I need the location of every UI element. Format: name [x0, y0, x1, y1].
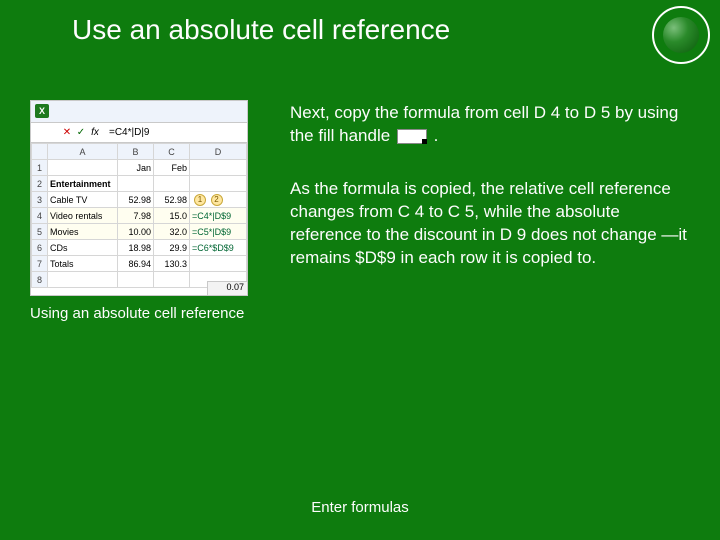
row-header: 8: [32, 272, 48, 288]
globe-icon: [663, 17, 699, 53]
cell: 86.94: [118, 256, 154, 272]
table-row: 6 CDs 18.98 29.9 =C6*$D$9: [32, 240, 247, 256]
formula-bar: ✕ ✓ fx =C4*|D|9: [31, 123, 247, 143]
fx-icon: fx: [89, 127, 101, 138]
cell: [48, 160, 118, 176]
cell: 29.9: [154, 240, 190, 256]
cell: [154, 176, 190, 192]
cell: 7.98: [118, 208, 154, 224]
row-header: 5: [32, 224, 48, 240]
enter-icon: ✓: [75, 127, 87, 138]
cell: 52.98: [118, 192, 154, 208]
paragraph-1: Next, copy the formula from cell D 4 to …: [290, 102, 690, 148]
cell: 18.98: [118, 240, 154, 256]
excel-app-icon: X: [35, 104, 49, 118]
institute-logo: [652, 6, 710, 64]
cell: [154, 272, 190, 288]
cell: [118, 176, 154, 192]
callout-badge: 1: [194, 194, 206, 206]
row-header: 7: [32, 256, 48, 272]
row-header: 1: [32, 160, 48, 176]
cell: Entertainment: [48, 176, 118, 192]
slide-footer: Enter formulas: [0, 499, 720, 516]
fill-handle-icon: [397, 129, 427, 144]
row-header: 6: [32, 240, 48, 256]
spreadsheet-grid: A B C D 1 Jan Feb 2 Entertainment 3 Cabl…: [31, 143, 247, 288]
table-row: 1 Jan Feb: [32, 160, 247, 176]
para1-text-a: Next, copy the formula from cell D 4 to …: [290, 103, 678, 145]
corner-cell: [32, 144, 48, 160]
table-row: 4 Video rentals 7.98 15.0 =C4*|D$9: [32, 208, 247, 224]
table-row: 3 Cable TV 52.98 52.98 1 2: [32, 192, 247, 208]
formula-text: =C4*|D|9: [103, 127, 150, 138]
table-row: 5 Movies 10.00 32.0 =C5*|D$9: [32, 224, 247, 240]
cell: Cable TV: [48, 192, 118, 208]
excel-screenshot: X ✕ ✓ fx =C4*|D|9 A B C D 1 Jan Feb 2 En…: [30, 100, 248, 296]
paragraph-2: As the formula is copied, the relative c…: [290, 178, 690, 270]
cell: 52.98: [154, 192, 190, 208]
cell: =C6*$D$9: [190, 240, 247, 256]
cell: Feb: [154, 160, 190, 176]
excel-titlebar: X: [31, 101, 247, 123]
col-header: A: [48, 144, 118, 160]
cell: 32.0: [154, 224, 190, 240]
slide-title: Use an absolute cell reference: [72, 14, 450, 46]
cell: 10.00: [118, 224, 154, 240]
cell: Totals: [48, 256, 118, 272]
cell: Jan: [118, 160, 154, 176]
cell: [190, 176, 247, 192]
table-row: 7 Totals 86.94 130.3: [32, 256, 247, 272]
col-header: B: [118, 144, 154, 160]
cancel-icon: ✕: [61, 127, 73, 138]
para1-text-b: .: [434, 126, 439, 145]
cell: 130.3: [154, 256, 190, 272]
cell: 1 2: [190, 192, 247, 208]
column-header-row: A B C D: [32, 144, 247, 160]
status-value: 0.07: [207, 281, 247, 295]
cell: [48, 272, 118, 288]
cell: Video rentals: [48, 208, 118, 224]
cell: =C4*|D$9: [190, 208, 247, 224]
row-header: 4: [32, 208, 48, 224]
cell: [190, 160, 247, 176]
col-header: D: [190, 144, 247, 160]
cell: [118, 272, 154, 288]
row-header: 3: [32, 192, 48, 208]
cell: [190, 256, 247, 272]
cell: CDs: [48, 240, 118, 256]
col-header: C: [154, 144, 190, 160]
callout-badge: 2: [211, 194, 223, 206]
cell: =C5*|D$9: [190, 224, 247, 240]
row-header: 2: [32, 176, 48, 192]
table-row: 2 Entertainment: [32, 176, 247, 192]
cell: Movies: [48, 224, 118, 240]
cell: 15.0: [154, 208, 190, 224]
figure-caption: Using an absolute cell reference: [30, 304, 248, 324]
